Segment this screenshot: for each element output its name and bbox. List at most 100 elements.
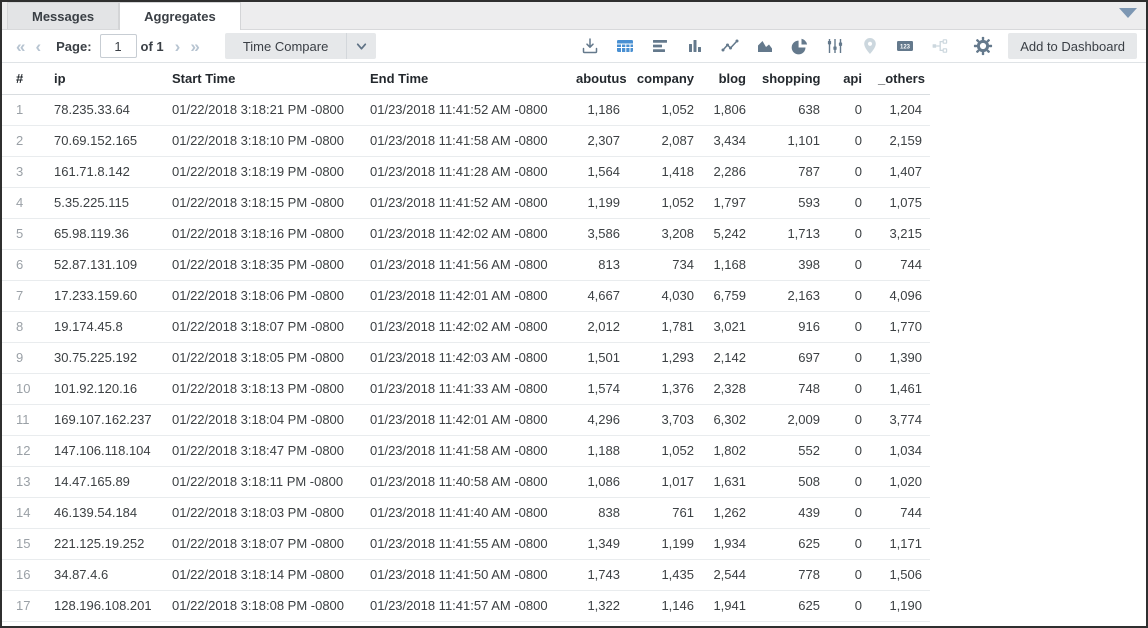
table-cell: 1,574 [568,373,628,404]
table-row[interactable]: 565.98.119.3601/22/2018 3:18:16 PM -0800… [2,218,930,249]
last-page-button[interactable]: » [185,38,204,55]
table-cell: 2,286 [702,156,754,187]
table-cell: 01/22/2018 3:18:14 PM -0800 [164,559,362,590]
table-cell: 0 [828,125,870,156]
tab-aggregates[interactable]: Aggregates [119,2,241,30]
table-cell: 1,322 [568,590,628,621]
table-row[interactable]: 11169.107.162.23701/22/2018 3:18:04 PM -… [2,404,930,435]
column-header-ip[interactable]: ip [46,63,164,94]
export-icon[interactable] [579,35,601,57]
table-cell: 1,390 [870,342,930,373]
table-cell: 813 [568,249,628,280]
table-cell: 0 [828,497,870,528]
table-cell: 01/22/2018 3:18:15 PM -0800 [164,187,362,218]
table-cell: 1,802 [702,435,754,466]
view-type-icon-row: 123 [579,35,994,57]
table-cell: 398 [754,249,828,280]
tab-aggregates-label: Aggregates [144,9,216,24]
table-cell: 552 [754,435,828,466]
column-header-shopping[interactable]: shopping [754,63,828,94]
column-chart-icon[interactable] [684,35,706,57]
table-cell: 0 [828,342,870,373]
table-cell: 1,086 [568,466,628,497]
table-cell: 1,770 [870,311,930,342]
pie-chart-icon[interactable] [789,35,811,57]
table-cell: 0 [828,280,870,311]
table-row[interactable]: 930.75.225.19201/22/2018 3:18:05 PM -080… [2,342,930,373]
table-row[interactable]: 45.35.225.11501/22/2018 3:18:15 PM -0800… [2,187,930,218]
table-row[interactable]: 10101.92.120.1601/22/2018 3:18:13 PM -08… [2,373,930,404]
table-cell: 01/22/2018 3:18:04 PM -0800 [164,404,362,435]
table-cell: 1,199 [568,187,628,218]
add-to-dashboard-button[interactable]: Add to Dashboard [1008,33,1137,59]
table-row[interactable]: 15221.125.19.25201/22/2018 3:18:07 PM -0… [2,528,930,559]
table-row[interactable]: 717.233.159.6001/22/2018 3:18:06 PM -080… [2,280,930,311]
table-cell: 01/23/2018 11:41:28 AM -0800 [362,156,568,187]
table-cell: 1,186 [568,94,628,125]
table-row[interactable]: 3161.71.8.14201/22/2018 3:18:19 PM -0800… [2,156,930,187]
table-cell: 1,034 [870,435,930,466]
table-row[interactable]: 652.87.131.10901/22/2018 3:18:35 PM -080… [2,249,930,280]
table-cell: 1,262 [702,497,754,528]
search-results-panel: Messages Aggregates « ‹ Page: of 1 › » T… [0,0,1148,628]
table-cell: 1,075 [870,187,930,218]
prev-page-button[interactable]: ‹ [30,38,46,55]
table-row[interactable]: 1634.87.4.601/22/2018 3:18:14 PM -080001… [2,559,930,590]
settings-sliders-icon[interactable] [824,35,846,57]
next-page-button[interactable]: › [170,38,186,55]
tab-messages[interactable]: Messages [7,2,119,29]
table-cell: 01/22/2018 3:18:10 PM -0800 [164,125,362,156]
column-header-start-time[interactable]: Start Time [164,63,362,94]
table-cell: 01/23/2018 11:42:01 AM -0800 [362,280,568,311]
table-row[interactable]: 17128.196.108.20101/22/2018 3:18:08 PM -… [2,590,930,621]
table-cell: 0 [828,435,870,466]
table-cell: 1,564 [568,156,628,187]
table-cell: 01/22/2018 3:18:07 PM -0800 [164,528,362,559]
chevron-down-icon[interactable] [346,33,376,59]
table-cell: 1,461 [870,373,930,404]
row-number-cell: 13 [2,466,46,497]
table-cell: 46.139.54.184 [46,497,164,528]
table-cell: 439 [754,497,828,528]
table-row[interactable]: 178.235.33.6401/22/2018 3:18:21 PM -0800… [2,94,930,125]
column-header-company[interactable]: company [628,63,702,94]
table-cell: 0 [828,156,870,187]
table-row[interactable]: 270.69.152.16501/22/2018 3:18:10 PM -080… [2,125,930,156]
column-header-row-number[interactable]: # [2,63,46,94]
bar-chart-icon[interactable] [649,35,671,57]
column-header-aboutus[interactable]: aboutus [568,63,628,94]
table-cell: 1,052 [628,435,702,466]
time-compare-button[interactable]: Time Compare [225,33,376,59]
page-input[interactable] [100,34,137,58]
table-cell: 169.107.162.237 [46,404,164,435]
table-cell: 78.235.33.64 [46,94,164,125]
map-pin-icon [859,35,881,57]
table-row[interactable]: 1446.139.54.18401/22/2018 3:18:03 PM -08… [2,497,930,528]
line-chart-icon[interactable] [719,35,741,57]
column-header-end-time[interactable]: End Time [362,63,568,94]
table-cell: 697 [754,342,828,373]
table-cell: 0 [828,311,870,342]
table-cell: 0 [828,466,870,497]
table-cell: 01/23/2018 11:42:02 AM -0800 [362,311,568,342]
table-cell: 1,052 [628,94,702,125]
first-page-button[interactable]: « [11,38,30,55]
table-cell: 3,208 [628,218,702,249]
column-header-blog[interactable]: blog [702,63,754,94]
table-row[interactable]: 12147.106.118.10401/22/2018 3:18:47 PM -… [2,435,930,466]
table-row[interactable]: 819.174.45.801/22/2018 3:18:07 PM -08000… [2,311,930,342]
table-cell: 1,934 [702,528,754,559]
table-icon[interactable] [614,35,636,57]
single-value-icon[interactable]: 123 [894,35,916,57]
table-cell: 734 [628,249,702,280]
table-row[interactable]: 1314.47.165.8901/22/2018 3:18:11 PM -080… [2,466,930,497]
area-chart-icon[interactable] [754,35,776,57]
table-cell: 30.75.225.192 [46,342,164,373]
row-number-cell: 2 [2,125,46,156]
column-header-api[interactable]: api [828,63,870,94]
collapse-panel-triangle-icon[interactable] [1119,8,1137,18]
column-header-others[interactable]: _others [870,63,930,94]
table-cell: 4,667 [568,280,628,311]
table-cell: 2,307 [568,125,628,156]
gear-icon[interactable] [972,35,994,57]
